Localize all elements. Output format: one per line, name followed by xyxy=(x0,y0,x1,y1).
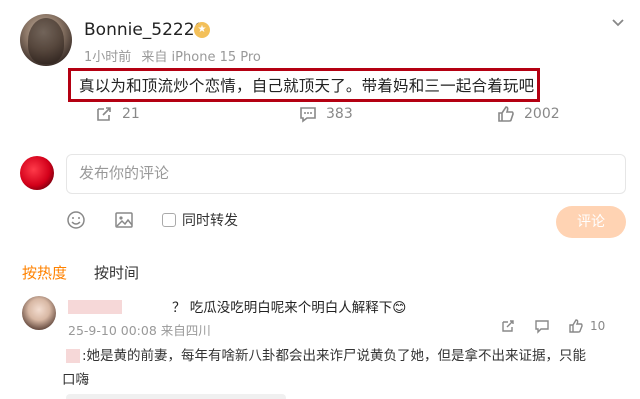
share-icon xyxy=(502,320,514,332)
comment-share-button[interactable] xyxy=(500,318,516,334)
emoji-icon[interactable] xyxy=(66,210,86,234)
vip-badge-icon: ★ xyxy=(194,22,210,38)
post-text: 真以为和顶流炒个恋情，自己就顶天了。带着妈和三一起合着玩吧 xyxy=(79,77,535,95)
my-avatar xyxy=(20,156,54,190)
post-time: 1小时前 xyxy=(84,50,132,65)
like-icon xyxy=(498,106,514,122)
comment-reply: :她是黄的前妻，每年有啥新八卦都会出来诈尸说黄负了她，但是拿不出来证据，只能 口… xyxy=(62,344,632,399)
comment-item: ？ 吃瓜没吃明白呢来个明白人解释下😊 25-9-10 00:08 来自四川 10 xyxy=(22,296,632,346)
post-text-highlight: 真以为和顶流炒个恋情，自己就顶天了。带着妈和三一起合着玩吧 xyxy=(68,68,540,102)
comment-icon xyxy=(535,320,549,334)
comment-composer: 发布你的评论 xyxy=(20,154,626,194)
author-username[interactable]: Bonnie_52229 xyxy=(84,20,205,40)
composer-tools: 同时转发 评论 xyxy=(0,206,640,238)
post-actions: 21 383 2002 xyxy=(0,104,640,128)
reply-text-1: :她是黄的前妻，每年有啥新八卦都会出来诈尸说黄负了她，但是拿不出来证据，只能 xyxy=(82,348,587,364)
comment-like-button[interactable]: 10 xyxy=(568,318,605,334)
post-header: Bonnie_52229 ★ 1小时前 来自 iPhone 15 Pro xyxy=(20,14,630,74)
repost-checkbox-label: 同时转发 xyxy=(182,213,238,229)
like-count: 2002 xyxy=(524,106,560,122)
post-source: 来自 iPhone 15 Pro xyxy=(141,50,261,65)
chevron-down-icon[interactable] xyxy=(610,14,626,34)
comment-actions: 10 xyxy=(22,318,632,338)
commenter-name-redacted xyxy=(68,300,122,314)
tab-sort-time[interactable]: 按时间 xyxy=(94,262,139,283)
like-button[interactable]: 2002 xyxy=(496,104,560,124)
repost-count: 21 xyxy=(122,106,140,122)
reply-cutoff xyxy=(66,394,286,399)
comment-text: ？ 吃瓜没吃明白呢来个明白人解释下😊 xyxy=(172,300,407,316)
image-icon[interactable] xyxy=(114,210,134,234)
like-icon xyxy=(569,319,583,333)
author-avatar[interactable] xyxy=(20,14,72,66)
repost-checkbox[interactable] xyxy=(162,213,176,227)
reply-line-1: :她是黄的前妻，每年有啥新八卦都会出来诈尸说黄负了她，但是拿不出来证据，只能 xyxy=(66,344,632,368)
post-meta: 1小时前 来自 iPhone 15 Pro xyxy=(84,46,267,65)
submit-comment-button[interactable]: 评论 xyxy=(556,206,626,238)
comment-count: 383 xyxy=(326,106,353,122)
tab-sort-hot[interactable]: 按热度 xyxy=(22,262,67,283)
comment-reply-button[interactable] xyxy=(534,318,550,334)
comment-like-count: 10 xyxy=(590,319,606,333)
reply-author-redacted xyxy=(66,349,80,363)
repost-button[interactable]: 21 xyxy=(94,104,140,124)
comment-input[interactable]: 发布你的评论 xyxy=(66,154,626,194)
comment-button[interactable]: 383 xyxy=(298,104,353,124)
reply-text-2: 口嗨 xyxy=(62,372,89,388)
comment-icon xyxy=(300,107,316,123)
repost-icon xyxy=(97,107,111,121)
